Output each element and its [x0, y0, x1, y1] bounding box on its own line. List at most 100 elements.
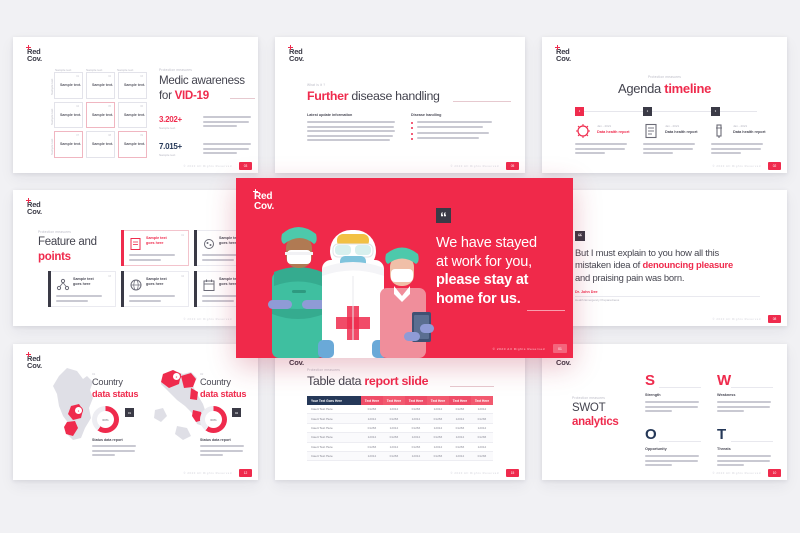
- table-header-cell[interactable]: Text Here: [360, 396, 383, 405]
- panel-subtitle-2: Status data report: [200, 438, 231, 442]
- slide-agenda-timeline[interactable]: Red Cov. Protection measures Agenda time…: [542, 37, 787, 173]
- card-title: Sample text goes here: [73, 277, 94, 286]
- panel-badge-2: 02: [232, 408, 241, 417]
- table-cell: 01283: [470, 451, 493, 462]
- quote-author-role: Health Emergency Preparedness: [575, 298, 620, 302]
- table-cell: 12012: [404, 413, 427, 424]
- swot-rule: [731, 387, 773, 388]
- disease-bullet: [411, 126, 497, 130]
- swot-letter: T: [717, 426, 726, 443]
- data-table[interactable]: Your Text Goes Here Text Here Text Here Tex…: [307, 396, 493, 462]
- slide-quote[interactable]: “ But I must explain to you how all this…: [560, 190, 787, 326]
- slide-country-data-status[interactable]: Red Cov. 1 01 Country data status 60% 01…: [13, 344, 258, 480]
- red-cross-icon: [26, 198, 31, 203]
- table-row[interactable]: Insert Text Here 01283 12012 01283 12012 0128…: [307, 442, 493, 452]
- disease-bullet: [411, 131, 497, 135]
- feature-card[interactable]: 03 Sample text goes here: [48, 271, 116, 307]
- table-header-cell[interactable]: Text Here: [470, 396, 493, 405]
- footer-copyright: © 2020 All Rights Reserved: [183, 318, 232, 321]
- stat-1: 3.202+ Sample text: [159, 115, 182, 130]
- document-icon: [645, 123, 657, 139]
- grid-cell[interactable]: 04 Sample text.: [54, 101, 83, 129]
- logo: Red Cov.: [253, 189, 275, 212]
- table-header-cell[interactable]: Text Here: [404, 396, 427, 405]
- slide-disease-handling[interactable]: Red Cov. What is it ? Further disease ha…: [275, 37, 525, 173]
- grid-cell-label: Sample text.: [60, 142, 82, 147]
- stat-2: 7.015+ Sample text: [159, 142, 182, 157]
- table-header-cell[interactable]: Text Here: [382, 396, 405, 405]
- slide-table-report[interactable]: Red Cov. Protection measures Table data …: [275, 344, 525, 480]
- grid-cell-label: Sample text.: [124, 83, 146, 88]
- grid-cell[interactable]: 03 Sample text.: [118, 72, 147, 99]
- swot-rule: [659, 387, 701, 388]
- table-cell: Insert Text Here: [307, 451, 361, 462]
- grid-cell[interactable]: 08 Sample text.: [86, 131, 115, 158]
- stat-2-desc: [203, 143, 251, 157]
- map-pin-finland[interactable]: 1: [74, 406, 83, 415]
- table-row[interactable]: Insert Text Here 12012 01283 12012 01283 1201…: [307, 432, 493, 443]
- table-cell: 12012: [448, 451, 471, 462]
- grid-cell[interactable]: 09 Sample text.: [118, 131, 147, 158]
- panel-title-2-line2: data status: [200, 389, 247, 399]
- table-cell: 01283: [426, 451, 449, 462]
- panel-number-2: 02: [200, 372, 204, 376]
- three-medical-workers-illustration: [268, 227, 434, 358]
- table-cell: 01283: [426, 413, 449, 424]
- worker-right: [380, 247, 434, 358]
- panel-title-1: Country: [92, 377, 123, 387]
- quote-author: Dr. John Dee: [575, 290, 598, 294]
- table-header-cell[interactable]: Text Here: [448, 396, 471, 405]
- table-cell: 12012: [360, 413, 383, 424]
- table-row[interactable]: Insert Text Here 01283 12012 01283 12012 0128…: [307, 405, 493, 415]
- table-cell: 12012: [470, 405, 493, 415]
- page-title: Feature and: [38, 236, 97, 248]
- map-pin-italy[interactable]: 2: [172, 372, 181, 381]
- table-row[interactable]: Insert Text Here 12012 01283 12012 01283 1201…: [307, 451, 493, 462]
- grid-cell-label: Sample text.: [124, 112, 146, 117]
- report-icon: [130, 238, 141, 250]
- kicker: Protection measures: [159, 68, 193, 72]
- virus-icon: [576, 124, 590, 138]
- timeline-date: Jan - 2021: [665, 124, 680, 128]
- swot-rule: [731, 441, 773, 442]
- table-row[interactable]: Insert Text Here 01283 12012 01283 12012 0128…: [307, 423, 493, 434]
- slide-hero-stay-home[interactable]: Red Cov. “ We have stayed at work for yo…: [236, 178, 573, 358]
- table-cell: 12012: [426, 423, 449, 434]
- timeline-description: [643, 143, 695, 157]
- slide-swot-analytics[interactable]: Red Cov. Protection measures SWOT analyt…: [542, 344, 787, 480]
- grid-cell[interactable]: 02 Sample text.: [86, 72, 115, 99]
- card-number: 04: [181, 275, 184, 278]
- grid-cell-number: 06: [140, 104, 143, 108]
- donut-chart-finland: 60%: [92, 406, 119, 433]
- title-rule: [453, 101, 511, 102]
- table-header-cell[interactable]: Text Here: [426, 396, 449, 405]
- calendar-icon: [203, 279, 215, 291]
- swot-description: [645, 455, 699, 469]
- table-cell: 12012: [426, 405, 449, 415]
- table-cell: 01283: [448, 405, 471, 415]
- page-title-line2: for VID-19: [159, 89, 209, 102]
- grid-cell-number: 07: [76, 134, 79, 138]
- page-number-badge: 08: [768, 315, 781, 323]
- grid-cell[interactable]: 07 Sample text.: [54, 131, 83, 158]
- page-title: Further disease handling: [307, 89, 440, 103]
- table-cell: Insert Text Here: [307, 413, 361, 424]
- timeline-heading: Data health report: [733, 130, 766, 134]
- slide-medic-awareness[interactable]: Red Cov. Sample text Sample text Sample …: [13, 37, 258, 173]
- card-number: 01: [181, 234, 184, 237]
- timeline-node[interactable]: 2: [643, 107, 652, 116]
- table-cell: 01283: [470, 413, 493, 424]
- grid-cell[interactable]: 01 Sample text.: [54, 72, 83, 99]
- timeline-node[interactable]: 3: [711, 107, 720, 116]
- feature-card[interactable]: 01 Sample text goes here: [121, 230, 189, 266]
- slide-feature-points[interactable]: Red Cov. Protection measures Feature and…: [13, 190, 258, 326]
- page-title-line2: points: [38, 251, 71, 263]
- table-cell: 01283: [382, 432, 405, 443]
- timeline-node[interactable]: 1: [575, 107, 584, 116]
- table-cell: 12012: [404, 451, 427, 462]
- grid-cell[interactable]: 05 Sample text.: [86, 101, 115, 129]
- grid-cell[interactable]: 06 Sample text.: [118, 101, 147, 129]
- table-header-cell[interactable]: Your Text Goes Here: [307, 396, 361, 405]
- feature-card[interactable]: 04 Sample text goes here: [121, 271, 189, 307]
- table-row[interactable]: Insert Text Here 12012 01283 12012 01283 1201…: [307, 413, 493, 424]
